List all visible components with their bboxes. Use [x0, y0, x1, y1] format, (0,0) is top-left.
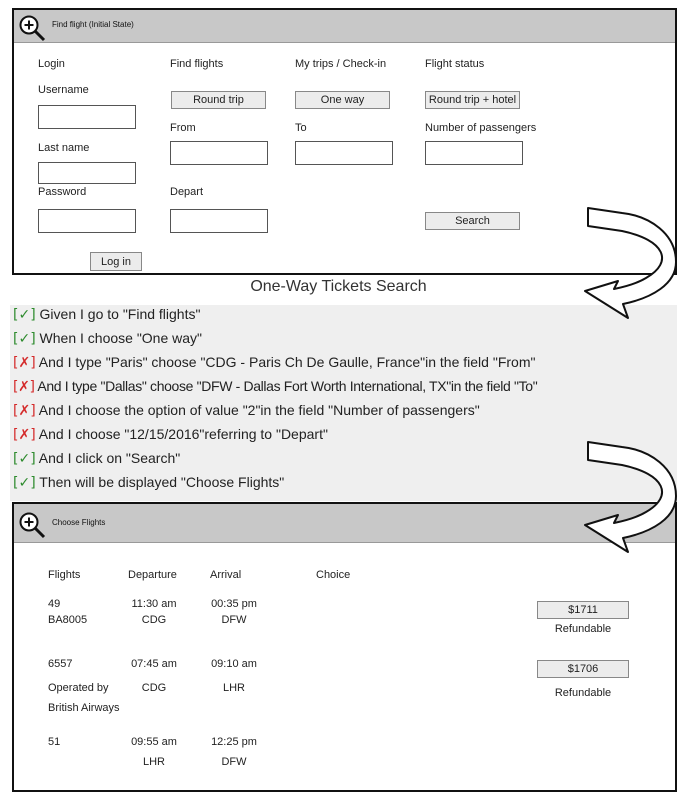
departure-time: 11:30 am	[131, 598, 177, 610]
pass-mark-icon: [✓]	[13, 451, 36, 467]
scenario-heading: One-Way Tickets Search	[250, 278, 427, 295]
col-header-departure: Departure	[128, 569, 177, 581]
find-flight-titlebar: Find flight (Initial State)	[14, 10, 675, 43]
fail-mark-icon: [✗]	[13, 379, 35, 395]
zoom-in-icon[interactable]	[18, 511, 46, 539]
window-title: Choose Flights	[52, 518, 106, 527]
to-label: To	[295, 122, 307, 134]
pass-mark-icon: [✓]	[13, 331, 36, 347]
step-text: Given I go to "Find flights"	[35, 306, 201, 322]
username-label: Username	[38, 84, 89, 96]
step-4: [✗] And I type "Dallas" choose "DFW - Da…	[13, 378, 538, 395]
arrival-time: 09:10 am	[211, 658, 257, 670]
arrival-airport: LHR	[222, 682, 245, 694]
passengers-field[interactable]	[425, 141, 523, 165]
fail-mark-icon: [✗]	[13, 355, 36, 371]
departure-airport: CDG	[141, 614, 167, 626]
departure-time: 07:45 am	[131, 658, 177, 670]
last-name-label: Last name	[38, 142, 90, 154]
step-2: [✓] When I choose "One way"	[13, 330, 202, 347]
to-field[interactable]	[295, 141, 393, 165]
arrival-airport: DFW	[221, 756, 247, 768]
login-button[interactable]: Log in	[90, 252, 142, 271]
step-text: And I choose "12/15/2016"referring to "D…	[35, 426, 328, 442]
price-button[interactable]: $1706	[537, 660, 629, 678]
username-field[interactable]	[38, 105, 136, 129]
scenario-steps: [✓] Given I go to "Find flights" [✓] Whe…	[10, 305, 677, 501]
arrival-time: 00:35 pm	[211, 598, 257, 610]
departure-airport: CDG	[141, 682, 167, 694]
pass-mark-icon: [✓]	[13, 307, 36, 323]
arrival-time: 12:25 pm	[211, 736, 257, 748]
pass-mark-icon: [✓]	[13, 475, 36, 491]
window-title: Find flight (Initial State)	[52, 20, 134, 29]
round-trip-button[interactable]: Round trip	[171, 91, 266, 109]
one-way-button[interactable]: One way	[295, 91, 390, 109]
depart-field[interactable]	[170, 209, 268, 233]
round-trip-hotel-button[interactable]: Round trip + hotel	[425, 91, 520, 109]
flight-status-header[interactable]: Flight status	[425, 58, 484, 70]
step-3: [✗] And I type "Paris" choose "CDG - Par…	[13, 354, 535, 371]
operator-name: British Airways	[48, 702, 120, 714]
step-8: [✓] Then will be displayed "Choose Fligh…	[13, 474, 284, 491]
from-field[interactable]	[170, 141, 268, 165]
departure-airport: LHR	[142, 756, 165, 768]
step-5: [✗] And I choose the option of value "2"…	[13, 402, 480, 419]
passengers-label: Number of passengers	[425, 122, 537, 134]
step-text: And I choose the option of value "2"in t…	[35, 402, 480, 418]
flight-number: 51	[48, 736, 61, 748]
step-text: Then will be displayed "Choose Flights"	[35, 474, 285, 490]
step-text: When I choose "One way"	[35, 330, 203, 346]
find-flights-header[interactable]: Find flights	[170, 58, 223, 70]
step-text: And I type "Paris" choose "CDG - Paris C…	[35, 354, 536, 370]
find-flight-panel: Find flight (Initial State) Login Find f…	[12, 8, 677, 275]
col-header-flights: Flights	[48, 569, 81, 581]
fail-mark-icon: [✗]	[13, 403, 36, 419]
search-button[interactable]: Search	[425, 212, 520, 230]
from-label: From	[170, 122, 196, 134]
refund-note: Refundable	[554, 687, 612, 699]
step-7: [✓] And I click on "Search"	[13, 450, 180, 467]
col-header-arrival: Arrival	[210, 569, 242, 581]
password-field[interactable]	[38, 209, 136, 233]
step-text: And I click on "Search"	[35, 450, 181, 466]
login-header[interactable]: Login	[38, 58, 65, 70]
refund-note: Refundable	[554, 623, 612, 635]
operated-by: Operated by	[48, 682, 109, 694]
step-text: And I type "Dallas" choose "DFW - Dallas…	[34, 378, 538, 394]
flight-number: 6557	[48, 658, 73, 670]
departure-time: 09:55 am	[131, 736, 177, 748]
choose-flights-titlebar: Choose Flights	[14, 504, 675, 543]
flight-number: 49	[48, 598, 61, 610]
password-label: Password	[38, 186, 87, 198]
step-6: [✗] And I choose "12/15/2016"referring t…	[13, 426, 328, 443]
fail-mark-icon: [✗]	[13, 427, 36, 443]
depart-label: Depart	[170, 186, 204, 198]
my-trips-header[interactable]: My trips / Check-in	[295, 58, 386, 70]
arrival-airport: DFW	[221, 614, 247, 626]
choose-flights-panel: Choose Flights Flights Departure Arrival…	[12, 502, 677, 792]
flight-code: BA8005	[48, 614, 88, 626]
col-header-choice: Choice	[316, 569, 351, 581]
step-1: [✓] Given I go to "Find flights"	[13, 306, 200, 323]
zoom-in-icon[interactable]	[18, 14, 46, 42]
last-name-field[interactable]	[38, 162, 136, 184]
price-button[interactable]: $1711	[537, 601, 629, 619]
